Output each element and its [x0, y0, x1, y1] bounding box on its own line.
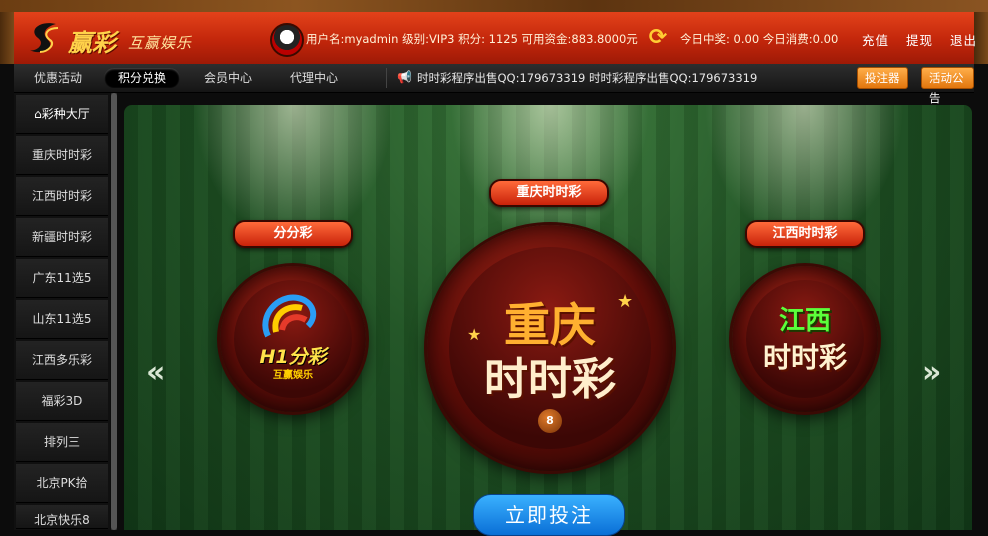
- sidebar-item-xinjiang-ssc[interactable]: 新疆时时彩: [16, 218, 108, 257]
- swirl-logo-icon: [262, 294, 317, 338]
- refresh-icon[interactable]: ⟳: [646, 26, 670, 50]
- game-ribbon-left[interactable]: 分分彩: [233, 220, 353, 248]
- logo-icon: [30, 23, 59, 53]
- star-icon: ★: [467, 325, 482, 344]
- nav-bar: 优惠活动 积分兑换 会员中心 代理中心 📢 时时彩程序出售QQ:17967331…: [14, 64, 974, 105]
- carousel-next-arrow-icon[interactable]: »: [922, 355, 941, 390]
- brand-subtitle: 互赢娱乐: [128, 34, 193, 52]
- nav-member-center[interactable]: 会员中心: [190, 68, 266, 88]
- sidebar-item-beijing-kl8[interactable]: 北京快乐8: [16, 505, 108, 529]
- sidebar-item-chongqing-ssc[interactable]: 重庆时时彩: [16, 136, 108, 175]
- sidebar-item-jiangxi-dlc[interactable]: 江西多乐彩: [16, 341, 108, 380]
- ball-title-line2: 时时彩: [484, 354, 616, 405]
- ball-title-line1: 江西: [778, 306, 831, 336]
- ball-title-line2: 时时彩: [762, 341, 847, 374]
- bet-tool-button[interactable]: 投注器: [857, 67, 908, 89]
- user-info: 用户名:myadmin 级别:VIP3 积分: 1125 可用资金:883.80…: [306, 32, 638, 46]
- game-ribbon-center[interactable]: 重庆时时彩: [489, 179, 609, 207]
- home-icon: ⌂: [34, 107, 42, 121]
- logout-link[interactable]: 退出: [950, 33, 977, 48]
- wood-frame-top: [0, 0, 988, 12]
- ball-title-line2: 互赢娱乐: [273, 370, 313, 381]
- megaphone-icon: 📢: [397, 70, 412, 84]
- game-ball-ffc[interactable]: H1分彩 互赢娱乐: [220, 266, 366, 412]
- carousel-prev-arrow-icon[interactable]: «: [146, 355, 165, 390]
- sidebar-item-fucai-3d[interactable]: 福彩3D: [16, 382, 108, 421]
- header-links: 充值 提现 退出: [862, 30, 988, 49]
- nav-promotions[interactable]: 优惠活动: [20, 68, 96, 88]
- sidebar-scrollbar[interactable]: [111, 93, 117, 530]
- sidebar: ⌂彩种大厅 重庆时时彩 江西时时彩 新疆时时彩 广东11选5 山东11选5 江西…: [14, 93, 110, 530]
- ball-title-line1: H1分彩: [259, 346, 327, 368]
- sidebar-item-pailie-3[interactable]: 排列三: [16, 423, 108, 462]
- recharge-link[interactable]: 充值: [862, 33, 889, 48]
- sidebar-item-shandong-11x5[interactable]: 山东11选5: [16, 300, 108, 339]
- avatar[interactable]: [270, 23, 304, 57]
- announcement-marquee[interactable]: 时时彩程序出售QQ:179673319 时时彩程序出售QQ:179673319: [417, 70, 757, 86]
- billiard-ball-icon: 8: [538, 409, 562, 433]
- sidebar-item-label: 彩种大厅: [41, 107, 90, 121]
- sidebar-item-guangdong-11x5[interactable]: 广东11选5: [16, 259, 108, 298]
- sidebar-item-beijing-pk10[interactable]: 北京PK拾: [16, 464, 108, 503]
- sidebar-item-lottery-hall[interactable]: ⌂彩种大厅: [16, 95, 108, 134]
- today-stats: 今日中奖: 0.00 今日消费:0.00: [680, 32, 839, 46]
- star-icon: ★: [617, 291, 634, 312]
- scrollbar-thumb[interactable]: [111, 93, 117, 530]
- game-ball-chongqing[interactable]: 重庆 时时彩 8 ★ ★: [427, 225, 673, 471]
- nav-agent-center[interactable]: 代理中心: [276, 68, 352, 88]
- brand-name: 赢彩: [68, 29, 116, 57]
- activity-notice-button[interactable]: 活动公告: [921, 67, 974, 105]
- wood-frame-left: [0, 12, 14, 64]
- nav-divider: [386, 68, 387, 88]
- sidebar-item-jiangxi-ssc[interactable]: 江西时时彩: [16, 177, 108, 216]
- spotlight: [450, 105, 650, 245]
- game-ribbon-right[interactable]: 江西时时彩: [745, 220, 865, 248]
- nav-points-exchange[interactable]: 积分兑换: [104, 68, 181, 88]
- game-ball-jiangxi[interactable]: 江西 时时彩: [732, 266, 878, 412]
- withdraw-link[interactable]: 提现: [906, 33, 933, 48]
- header-bar: 赢彩 互赢娱乐 用户名:myadmin 级别:VIP3 积分: 1125 可用资…: [14, 12, 976, 65]
